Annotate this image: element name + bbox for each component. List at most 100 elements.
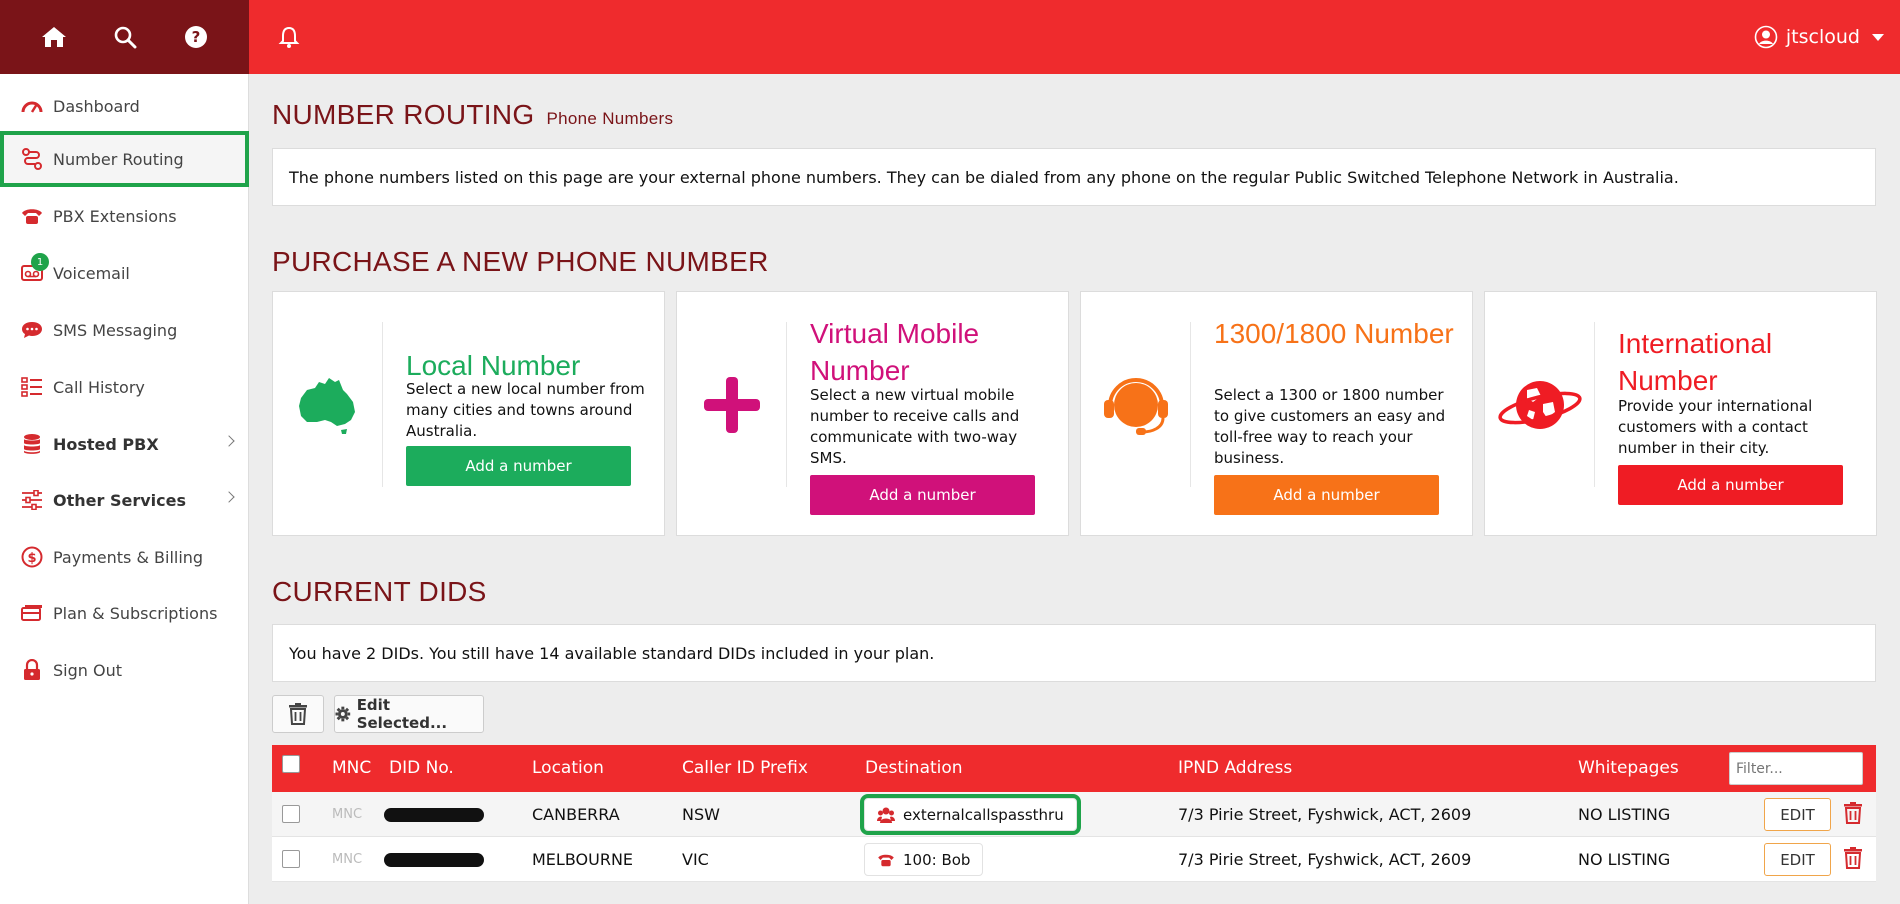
chevron-down-icon xyxy=(1872,33,1884,41)
chat-icon xyxy=(20,318,44,342)
sidebar-item-label: Plan & Subscriptions xyxy=(53,603,218,623)
edit-button[interactable]: EDIT xyxy=(1764,843,1831,876)
destination-label: 100: Bob xyxy=(903,850,971,869)
destination-button[interactable]: externalcallspassthru xyxy=(860,794,1081,835)
intro-panel: The phone numbers listed on this page ar… xyxy=(272,148,1876,206)
sidebar-item-other-services[interactable]: Other Services xyxy=(0,473,249,527)
trash-icon xyxy=(289,703,307,725)
sidebar-item-label: Call History xyxy=(53,377,145,397)
sidebar-item-label: Voicemail xyxy=(53,263,130,283)
card-description: Select a new local number from many citi… xyxy=(406,380,645,440)
edit-selected-label: Edit Selected... xyxy=(356,696,448,732)
search-icon[interactable] xyxy=(105,17,145,57)
speedometer-icon xyxy=(20,94,44,118)
bell-icon[interactable] xyxy=(274,22,304,52)
local-number-card: Local Number Select a new local number f… xyxy=(272,291,665,536)
destination-button[interactable]: 100: Bob xyxy=(864,843,984,876)
card-title: 1300/1800 Number xyxy=(1214,318,1454,349)
add-local-number-button[interactable]: Add a number xyxy=(406,446,631,486)
sidebar-item-dashboard[interactable]: Dashboard xyxy=(0,79,249,133)
select-all-checkbox[interactable] xyxy=(282,755,300,773)
row-checkbox[interactable] xyxy=(282,850,300,868)
add-virtual-mobile-button[interactable]: Add a number xyxy=(810,475,1035,515)
add-international-button[interactable]: Add a number xyxy=(1618,465,1843,505)
group-icon xyxy=(877,807,895,823)
user-menu[interactable]: jtscloud xyxy=(1754,22,1884,52)
page-subtitle: Phone Numbers xyxy=(546,109,674,128)
location-cell: MELBOURNE xyxy=(532,850,634,869)
card-description: Provide your international customers wit… xyxy=(1618,397,1813,457)
svg-text:?: ? xyxy=(191,28,200,46)
sidebar-item-plan-subscriptions[interactable]: Plan & Subscriptions xyxy=(0,586,249,640)
headset-icon xyxy=(1081,322,1191,487)
redacted-did-number xyxy=(384,808,484,822)
sidebar-item-label: PBX Extensions xyxy=(53,206,177,226)
column-header-did[interactable]: DID No. xyxy=(389,758,454,778)
sidebar-item-call-history[interactable]: Call History xyxy=(0,360,249,414)
dids-summary-panel: You have 2 DIDs. You still have 14 avail… xyxy=(272,624,1876,682)
column-header-ipnd[interactable]: IPND Address xyxy=(1178,758,1292,778)
chevron-right-icon xyxy=(223,435,235,447)
help-icon[interactable]: ? xyxy=(176,17,216,57)
list-icon xyxy=(20,375,44,399)
column-header-destination[interactable]: Destination xyxy=(865,758,963,778)
sidebar: Dashboard Number Routing PBX Extensions … xyxy=(0,74,249,904)
location-cell: CANBERRA xyxy=(532,805,620,824)
ipnd-cell: 7/3 Pirie Street, Fyshwick, ACT, 2609 xyxy=(1178,805,1472,824)
card-description: Select a new virtual mobile number to re… xyxy=(810,386,1020,467)
sidebar-item-sms-messaging[interactable]: SMS Messaging xyxy=(0,303,249,357)
sidebar-item-pbx-extensions[interactable]: PBX Extensions xyxy=(0,189,249,243)
column-header-location[interactable]: Location xyxy=(532,758,604,778)
card-icon xyxy=(20,601,44,625)
delete-selected-button[interactable] xyxy=(272,695,324,733)
card-title: Virtual Mobile Number xyxy=(810,318,980,386)
top-bar: ? jtscloud xyxy=(0,0,1900,74)
sidebar-item-label: Dashboard xyxy=(53,96,140,116)
table-row: MNC CANBERRA NSW externalcallspassthru 7… xyxy=(272,792,1876,837)
plus-icon xyxy=(677,322,787,487)
sidebar-item-number-routing[interactable]: Number Routing xyxy=(0,131,249,187)
sliders-icon xyxy=(20,488,44,512)
edit-button[interactable]: EDIT xyxy=(1764,798,1831,831)
delete-row-icon[interactable] xyxy=(1844,802,1862,828)
column-header-caller-id[interactable]: Caller ID Prefix xyxy=(682,758,808,778)
sidebar-item-label: SMS Messaging xyxy=(53,320,178,340)
dids-table: MNC DID No. Location Caller ID Prefix De… xyxy=(272,745,1876,882)
toll-free-card: 1300/1800 Number Select a 1300 or 1800 n… xyxy=(1080,291,1473,536)
delete-row-icon[interactable] xyxy=(1844,847,1862,873)
page-title: NUMBER ROUTING Phone Numbers xyxy=(272,99,673,131)
column-header-mnc[interactable]: MNC xyxy=(332,758,371,778)
database-icon xyxy=(20,432,44,456)
caller-id-cell: NSW xyxy=(682,805,720,824)
international-card: International Number Provide your intern… xyxy=(1484,291,1877,536)
virtual-mobile-card: Virtual Mobile Number Select a new virtu… xyxy=(676,291,1069,536)
card-title: International Number xyxy=(1618,328,1773,396)
mnc-cell: MNC xyxy=(332,807,363,822)
column-header-whitepages[interactable]: Whitepages xyxy=(1578,758,1679,778)
routing-icon xyxy=(20,147,44,171)
redacted-did-number xyxy=(384,853,484,867)
globe-icon xyxy=(1485,322,1595,487)
sidebar-item-voicemail[interactable]: 1 Voicemail xyxy=(0,246,249,300)
user-avatar-icon xyxy=(1754,25,1778,49)
purchase-heading: PURCHASE A NEW PHONE NUMBER xyxy=(272,246,769,277)
chevron-right-icon xyxy=(223,491,235,503)
dids-summary-text: You have 2 DIDs. You still have 14 avail… xyxy=(289,643,935,663)
sidebar-item-payments-billing[interactable]: $ Payments & Billing xyxy=(0,530,249,584)
sidebar-item-hosted-pbx[interactable]: Hosted PBX xyxy=(0,417,249,471)
edit-selected-button[interactable]: Edit Selected... xyxy=(334,695,484,733)
table-filter-input[interactable] xyxy=(1729,752,1863,785)
svg-text:$: $ xyxy=(27,551,36,566)
sidebar-item-sign-out[interactable]: Sign Out xyxy=(0,643,249,697)
gear-icon xyxy=(335,706,351,722)
australia-icon xyxy=(273,322,383,487)
sidebar-item-label: Payments & Billing xyxy=(53,547,204,567)
home-icon[interactable] xyxy=(34,17,74,57)
destination-label: externalcallspassthru xyxy=(903,805,1064,824)
sidebar-item-label: Number Routing xyxy=(53,149,184,169)
add-toll-free-button[interactable]: Add a number xyxy=(1214,475,1439,515)
card-description: Select a 1300 or 1800 number to give cus… xyxy=(1214,386,1446,467)
page-title-text: NUMBER ROUTING xyxy=(272,99,535,130)
row-checkbox[interactable] xyxy=(282,805,300,823)
user-name: jtscloud xyxy=(1785,26,1860,48)
